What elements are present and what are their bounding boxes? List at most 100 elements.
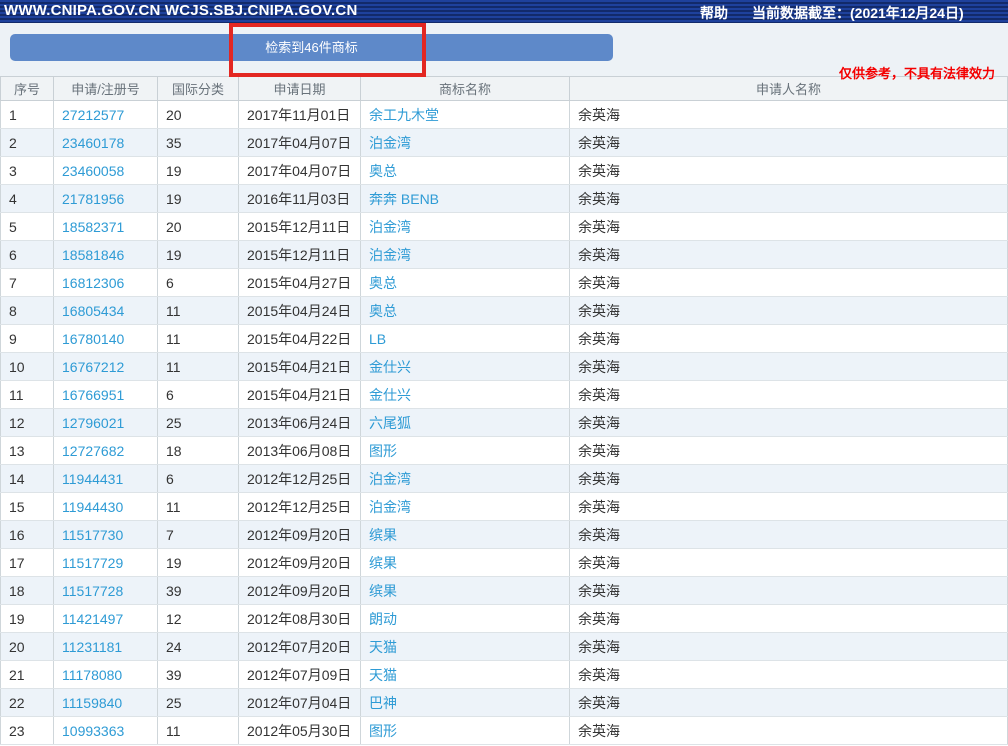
cell-trademark-name[interactable]: 天猫 (361, 661, 570, 689)
cell-trademark-name[interactable]: 天猫 (361, 633, 570, 661)
reg-no-link[interactable]: 18582371 (62, 219, 124, 235)
trademark-name-link[interactable]: 泊金湾 (369, 499, 411, 515)
trademark-name-link[interactable]: 金仕兴 (369, 387, 411, 403)
cell-trademark-name[interactable]: 奥总 (361, 297, 570, 325)
cell-trademark-name[interactable]: 金仕兴 (361, 353, 570, 381)
cell-reg-no[interactable]: 23460178 (54, 129, 158, 157)
reg-no-link[interactable]: 11944431 (62, 471, 123, 487)
cell-reg-no[interactable]: 11159840 (54, 689, 158, 717)
cell-trademark-name[interactable]: 奥总 (361, 269, 570, 297)
cell-reg-no[interactable]: 10993363 (54, 717, 158, 745)
trademark-name-link[interactable]: 奥总 (369, 275, 397, 291)
cell-trademark-name[interactable]: 奔奔 BENB (361, 185, 570, 213)
trademark-name-link[interactable]: 金仕兴 (369, 359, 411, 375)
trademark-name-link[interactable]: 天猫 (369, 667, 397, 683)
reg-no-link[interactable]: 23460058 (62, 163, 124, 179)
cell-trademark-name[interactable]: 奥总 (361, 157, 570, 185)
table-row: 618581846192015年12月11日泊金湾余英海 (1, 241, 1008, 269)
reg-no-link[interactable]: 11517730 (62, 527, 123, 543)
cell-reg-no[interactable]: 18582371 (54, 213, 158, 241)
result-count-button[interactable]: 检索到46件商标 (10, 34, 613, 61)
trademark-name-link[interactable]: 泊金湾 (369, 471, 411, 487)
reg-no-link[interactable]: 21781956 (62, 191, 124, 207)
cell-trademark-name[interactable]: 金仕兴 (361, 381, 570, 409)
cell-reg-no[interactable]: 11231181 (54, 633, 158, 661)
trademark-name-link[interactable]: 泊金湾 (369, 247, 411, 263)
cell-reg-no[interactable]: 16780140 (54, 325, 158, 353)
trademark-name-link[interactable]: 巴神 (369, 695, 397, 711)
trademark-name-link[interactable]: 奔奔 BENB (369, 191, 439, 207)
cell-intl-class: 19 (158, 549, 239, 577)
trademark-name-link[interactable]: LB (369, 331, 386, 347)
trademark-name-link[interactable]: 缤果 (369, 527, 397, 543)
reg-no-link[interactable]: 18581846 (62, 247, 124, 263)
trademark-name-link[interactable]: 图形 (369, 723, 397, 739)
cell-reg-no[interactable]: 16767212 (54, 353, 158, 381)
trademark-name-link[interactable]: 缤果 (369, 583, 397, 599)
cell-trademark-name[interactable]: 巴神 (361, 689, 570, 717)
trademark-name-link[interactable]: 图形 (369, 443, 397, 459)
cell-reg-no[interactable]: 23460058 (54, 157, 158, 185)
reg-no-link[interactable]: 16780140 (62, 331, 124, 347)
reg-no-link[interactable]: 16805434 (62, 303, 124, 319)
reg-no-link[interactable]: 11517729 (62, 555, 123, 571)
trademark-name-link[interactable]: 缤果 (369, 555, 397, 571)
reg-no-link[interactable]: 11159840 (62, 695, 122, 711)
trademark-name-link[interactable]: 朗动 (369, 611, 397, 627)
trademark-name-link[interactable]: 六尾狐 (369, 415, 411, 431)
cell-reg-no[interactable]: 11944431 (54, 465, 158, 493)
cell-reg-no[interactable]: 11517729 (54, 549, 158, 577)
reg-no-link[interactable]: 11178080 (62, 667, 122, 683)
reg-no-link[interactable]: 12796021 (62, 415, 124, 431)
cell-reg-no[interactable]: 11517728 (54, 577, 158, 605)
reg-no-link[interactable]: 16766951 (62, 387, 124, 403)
help-link[interactable]: 帮助 (700, 3, 728, 23)
cell-reg-no[interactable]: 21781956 (54, 185, 158, 213)
cell-reg-no[interactable]: 16812306 (54, 269, 158, 297)
cell-trademark-name[interactable]: 泊金湾 (361, 129, 570, 157)
reg-no-link[interactable]: 16812306 (62, 275, 124, 291)
cell-reg-no[interactable]: 12727682 (54, 437, 158, 465)
cell-trademark-name[interactable]: 朗动 (361, 605, 570, 633)
cell-reg-no[interactable]: 16766951 (54, 381, 158, 409)
trademark-name-link[interactable]: 奥总 (369, 303, 397, 319)
cell-trademark-name[interactable]: 泊金湾 (361, 213, 570, 241)
trademark-name-link[interactable]: 泊金湾 (369, 135, 411, 151)
cell-reg-no[interactable]: 27212577 (54, 101, 158, 129)
reg-no-link[interactable]: 23460178 (62, 135, 124, 151)
trademark-name-link[interactable]: 天猫 (369, 639, 397, 655)
cell-trademark-name[interactable]: 泊金湾 (361, 465, 570, 493)
cell-trademark-name[interactable]: 余工九木堂 (361, 101, 570, 129)
reg-no-link[interactable]: 11231181 (62, 639, 122, 655)
header-no: 序号 (1, 77, 54, 101)
cell-reg-no[interactable]: 16805434 (54, 297, 158, 325)
trademark-name-link[interactable]: 余工九木堂 (369, 107, 439, 123)
reg-no-link[interactable]: 16767212 (62, 359, 124, 375)
cell-trademark-name[interactable]: 图形 (361, 717, 570, 745)
cell-trademark-name[interactable]: 缤果 (361, 577, 570, 605)
reg-no-link[interactable]: 11421497 (62, 611, 123, 627)
cell-trademark-name[interactable]: 图形 (361, 437, 570, 465)
cell-intl-class: 39 (158, 661, 239, 689)
cell-trademark-name[interactable]: 泊金湾 (361, 493, 570, 521)
cell-no: 11 (1, 381, 54, 409)
cell-trademark-name[interactable]: 六尾狐 (361, 409, 570, 437)
cell-reg-no[interactable]: 11421497 (54, 605, 158, 633)
trademark-name-link[interactable]: 泊金湾 (369, 219, 411, 235)
cell-date: 2012年09月20日 (239, 521, 361, 549)
cell-trademark-name[interactable]: 缤果 (361, 549, 570, 577)
reg-no-link[interactable]: 12727682 (62, 443, 124, 459)
cell-reg-no[interactable]: 11517730 (54, 521, 158, 549)
cell-reg-no[interactable]: 11178080 (54, 661, 158, 689)
cell-trademark-name[interactable]: LB (361, 325, 570, 353)
reg-no-link[interactable]: 11944430 (62, 499, 123, 515)
cell-reg-no[interactable]: 18581846 (54, 241, 158, 269)
reg-no-link[interactable]: 27212577 (62, 107, 124, 123)
cell-reg-no[interactable]: 12796021 (54, 409, 158, 437)
cell-trademark-name[interactable]: 缤果 (361, 521, 570, 549)
cell-reg-no[interactable]: 11944430 (54, 493, 158, 521)
cell-trademark-name[interactable]: 泊金湾 (361, 241, 570, 269)
reg-no-link[interactable]: 11517728 (62, 583, 123, 599)
trademark-name-link[interactable]: 奥总 (369, 163, 397, 179)
reg-no-link[interactable]: 10993363 (62, 723, 124, 739)
